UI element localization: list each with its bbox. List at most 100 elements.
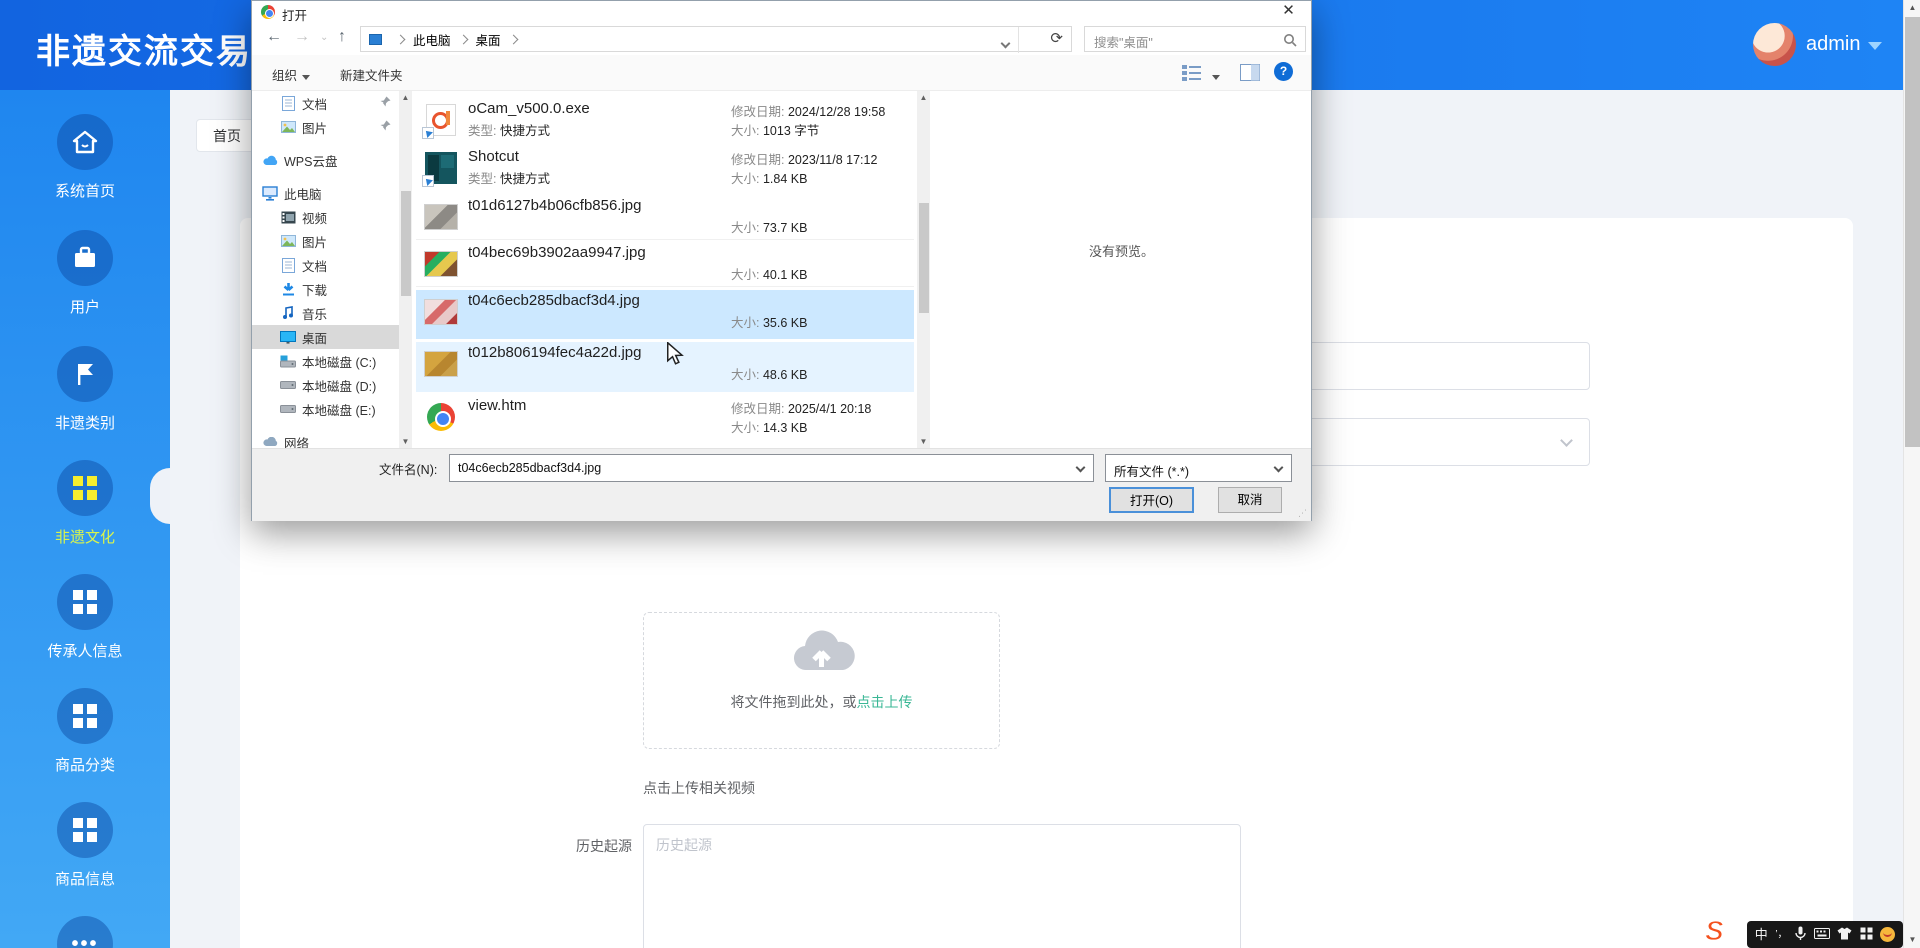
sidebar-item-label: 传承人信息 [47, 643, 123, 660]
view-mode-dropdown-icon[interactable] [1207, 69, 1220, 83]
tree-item-this-pc[interactable]: 此电脑 [252, 181, 399, 205]
sidebar-item-heritage-culture[interactable]: 非遗文化 [0, 460, 170, 547]
preview-pane-icon[interactable] [1240, 64, 1260, 84]
emoji-face-icon[interactable] [1880, 927, 1896, 942]
help-icon[interactable]: ? [1274, 62, 1293, 81]
organize-button[interactable]: 组织 [272, 65, 311, 84]
tree-item-disk-d[interactable]: 本地磁盘 (D:) [252, 373, 399, 397]
filetype-select[interactable]: 所有文件 (*.*) [1105, 454, 1292, 482]
sidebar-item-more[interactable]: ••• [0, 916, 170, 948]
sidebar-item-users[interactable]: 用户 [0, 230, 170, 317]
username[interactable]: admin [1806, 33, 1860, 56]
file-size: 大小: 35.6 KB [731, 312, 807, 331]
breadcrumb-this-pc[interactable]: 此电脑 [413, 30, 451, 49]
preview-pane: 没有预览。 [932, 91, 1311, 448]
scroll-down-icon[interactable]: ▼ [399, 435, 412, 448]
tree-item-label: 文档 [302, 259, 328, 274]
tree-item-documents-pinned[interactable]: 文档 [252, 91, 399, 115]
sidebar-item-system-home[interactable]: 系统首页 [0, 114, 170, 201]
tree-item-music[interactable]: 音乐 [252, 301, 399, 325]
tab-home[interactable]: 首页 [196, 119, 258, 152]
file-size: 大小: 14.3 KB [731, 417, 807, 436]
open-button[interactable]: 打开(O) [1109, 487, 1194, 513]
home-icon [57, 114, 113, 170]
tree-item-documents[interactable]: 文档 [252, 253, 399, 277]
history-origin-textarea[interactable] [643, 824, 1241, 948]
refresh-icon[interactable]: ⟳ [1050, 29, 1063, 47]
breadcrumb-desktop[interactable]: 桌面 [476, 30, 501, 49]
file-size: 大小: 40.1 KB [731, 264, 807, 283]
scroll-up-icon[interactable]: ▲ [917, 91, 930, 104]
tree-item-pictures-pinned[interactable]: 图片 [252, 115, 399, 139]
ime-punctuation-icon[interactable]: ’， [1775, 929, 1787, 940]
scrollbar-thumb[interactable] [918, 203, 929, 313]
avatar[interactable] [1753, 23, 1796, 66]
file-size: 大小: 48.6 KB [731, 364, 807, 383]
forward-icon[interactable]: → [294, 28, 310, 46]
filename-input[interactable]: t04c6ecb285dbacf3d4.jpg [449, 454, 1094, 482]
microphone-icon[interactable] [1795, 926, 1806, 943]
file-row-jpg3-selected[interactable]: t04c6ecb285dbacf3d4.jpg 大小: 35.6 KB [416, 290, 914, 339]
sogou-logo-icon[interactable]: S [1704, 914, 1724, 947]
sidebar-item-heritage-category[interactable]: 非遗类别 [0, 346, 170, 433]
chevron-down-icon [1560, 434, 1573, 447]
chevron-down-icon[interactable] [1868, 42, 1882, 50]
list-scrollbar[interactable]: ▲ ▼ [917, 91, 930, 448]
history-origin-label: 历史起源 [576, 838, 632, 854]
ime-lang-icon[interactable]: 中 [1755, 928, 1768, 941]
scroll-down-icon[interactable]: ▼ [1904, 932, 1920, 948]
tree-item-downloads[interactable]: 下载 [252, 277, 399, 301]
keyboard-icon[interactable] [1813, 928, 1830, 941]
upload-video-link[interactable]: 点击上传相关视频 [643, 778, 755, 798]
scrollbar-thumb[interactable] [400, 191, 411, 296]
page-scrollbar[interactable]: ▲ ▼ [1903, 0, 1920, 948]
network-icon [262, 434, 278, 448]
recent-locations-icon[interactable]: ⌄ [320, 32, 328, 43]
meta-value: 2025/4/1 20:18 [787, 402, 872, 416]
file-row-shotcut[interactable]: Shotcut 类型: 快捷方式 修改日期: 2023/11/8 17:12 大… [416, 146, 914, 191]
cancel-button[interactable]: 取消 [1218, 487, 1282, 513]
picture-icon [280, 119, 296, 135]
search-input[interactable]: 搜索"桌面" [1084, 26, 1306, 52]
file-row-ocam[interactable]: oCam_v500.0.exe 类型: 快捷方式 修改日期: 2024/12/2… [416, 98, 914, 143]
image-thumbnail-icon [424, 347, 458, 381]
skin-shirt-icon[interactable] [1837, 927, 1852, 942]
file-row-viewhtm[interactable]: view.htm 修改日期: 2025/4/1 20:18 大小: 14.3 K… [416, 395, 914, 440]
tree-item-disk-e[interactable]: 本地磁盘 (E:) [252, 397, 399, 421]
view-mode-icon[interactable] [1182, 64, 1201, 84]
tree-item-pictures[interactable]: 图片 [252, 229, 399, 253]
resize-grip[interactable]: ⋰ [1298, 508, 1308, 519]
scroll-down-icon[interactable]: ▼ [917, 435, 930, 448]
file-row-jpg2[interactable]: t04bec69b3902aa9947.jpg 大小: 40.1 KB [416, 242, 914, 287]
flag-icon [57, 346, 113, 402]
file-row-jpg1[interactable]: t01d6127b4b06cfb856.jpg 大小: 73.7 KB [416, 195, 914, 240]
upload-link[interactable]: 点击上传 [857, 694, 913, 710]
tree-item-disk-c[interactable]: 本地磁盘 (C:) [252, 349, 399, 373]
file-size: 大小: 1.84 KB [731, 168, 807, 187]
tree-scrollbar[interactable]: ▲ ▼ [399, 91, 412, 448]
sidebar-item-product-info[interactable]: 商品信息 [0, 802, 170, 889]
new-folder-button[interactable]: 新建文件夹 [340, 65, 403, 84]
dialog-titlebar[interactable]: 打开 ✕ [252, 1, 1311, 23]
scroll-up-icon[interactable]: ▲ [399, 91, 412, 104]
address-dropdown-icon[interactable] [1000, 36, 1011, 50]
tree-item-wps-cloud[interactable]: WPS云盘 [252, 148, 399, 172]
meta-value: 1013 字节 [762, 124, 820, 138]
scrollbar-thumb[interactable] [1905, 17, 1920, 447]
file-row-jpg4-hover[interactable]: t012b806194fec4a22d.jpg 大小: 48.6 KB [416, 342, 914, 392]
dialog-nav-row: ← → ⌄ ↑ 此电脑 桌面 ⟳ 搜索"桌面" [252, 23, 1311, 55]
tree-item-desktop[interactable]: 桌面 [252, 325, 399, 349]
image-upload-dropzone[interactable]: 将文件拖到此处，或点击上传 [643, 612, 1000, 749]
meta-label: 修改日期: [731, 105, 785, 119]
tree-item-network[interactable]: 网络 [252, 430, 399, 448]
up-icon[interactable]: ↑ [338, 28, 346, 46]
tree-item-label: 图片 [302, 121, 328, 136]
close-icon[interactable]: ✕ [1266, 1, 1311, 23]
sidebar-item-product-category[interactable]: 商品分类 [0, 688, 170, 775]
scroll-up-icon[interactable]: ▲ [1904, 0, 1920, 16]
toolbox-grid-icon[interactable] [1860, 927, 1873, 942]
back-icon[interactable]: ← [266, 28, 282, 46]
tree-item-videos[interactable]: 视频 [252, 205, 399, 229]
address-bar[interactable]: 此电脑 桌面 ⟳ [360, 26, 1072, 53]
sidebar-item-inheritor-info[interactable]: 传承人信息 [0, 574, 170, 661]
